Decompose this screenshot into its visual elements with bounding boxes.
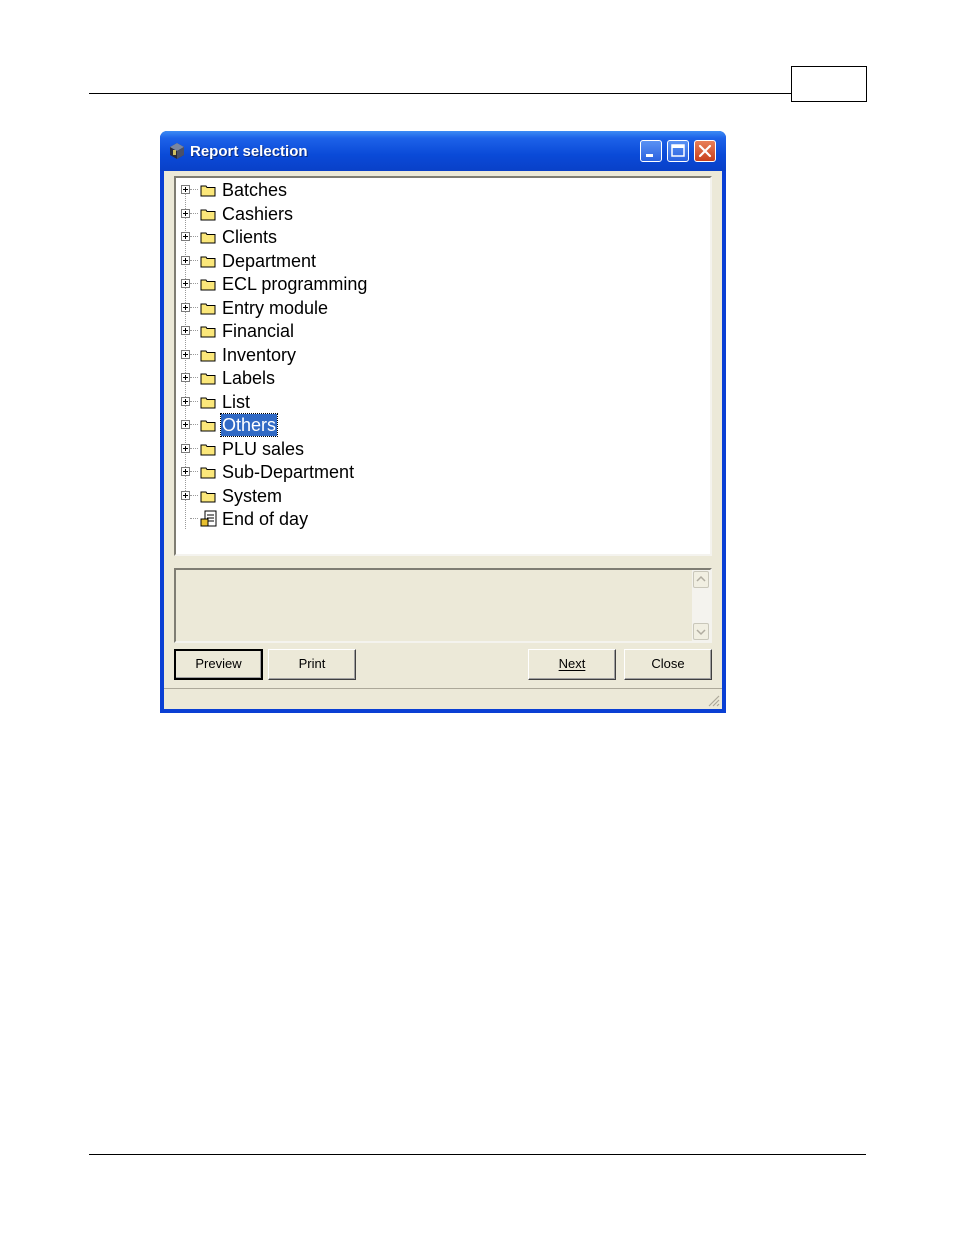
vertical-scrollbar[interactable] (692, 570, 710, 641)
folder-icon (200, 326, 216, 338)
folder-icon (200, 373, 216, 385)
print-button[interactable]: Print (268, 649, 356, 680)
close-icon (698, 144, 712, 158)
folder-icon (200, 444, 216, 455)
folder-icon (200, 350, 216, 361)
report-tree[interactable]: Batches Cashiers Clients Department ECL (174, 176, 712, 556)
status-bar (164, 688, 722, 709)
expand-icon[interactable] (181, 302, 190, 312)
tree-item-label: Sub-Department (222, 462, 355, 482)
folder-icon (200, 420, 216, 432)
next-button-label: Next (558, 656, 586, 671)
page-number-box (791, 66, 867, 102)
expand-icon[interactable] (181, 443, 190, 453)
expand-icon[interactable] (181, 373, 190, 382)
tree-item-label: Labels (222, 368, 276, 388)
tree-item-label: Others (219, 413, 279, 437)
expand-icon[interactable] (181, 420, 190, 429)
report-selection-window: Report selection Batches Cashiers Client… (160, 131, 726, 713)
tree-item-label: End of day (222, 509, 309, 529)
tree-item-label: Clients (222, 227, 278, 247)
tree-item-label: PLU sales (222, 438, 305, 459)
folder-icon (200, 467, 216, 479)
folder-icon (200, 279, 216, 291)
folder-icon (200, 491, 216, 502)
tree-item-label: Entry module (222, 297, 329, 318)
maximize-icon (671, 144, 685, 157)
folder-icon (200, 397, 216, 408)
maximize-button[interactable] (667, 140, 689, 162)
expand-icon[interactable] (181, 208, 190, 218)
scroll-up-button[interactable] (693, 571, 709, 588)
chevron-down-icon (696, 629, 706, 636)
close-button[interactable]: Close (624, 649, 712, 680)
title-bar[interactable]: Report selection (160, 131, 726, 171)
tree-item-label: List (222, 391, 251, 412)
report-icon (200, 510, 217, 527)
footer-rule (89, 1154, 866, 1155)
expand-icon[interactable] (181, 326, 190, 335)
folder-icon (200, 209, 216, 220)
expand-icon[interactable] (181, 232, 190, 241)
minimize-button[interactable] (640, 140, 662, 162)
preview-button[interactable]: Preview (174, 649, 263, 680)
header-rule (89, 93, 792, 94)
report-description-box[interactable] (174, 568, 712, 643)
resize-grip-icon[interactable] (706, 693, 720, 707)
tree-item-label: Cashiers (222, 203, 294, 224)
chevron-up-icon (696, 575, 706, 582)
folder-icon (200, 185, 216, 197)
window-title: Report selection (190, 143, 308, 160)
minimize-icon (646, 154, 653, 157)
close-window-button[interactable] (694, 140, 716, 162)
expand-icon[interactable] (181, 490, 190, 500)
tree-item-label: Financial (222, 321, 295, 341)
expand-icon[interactable] (181, 255, 190, 265)
tree-item-label: System (222, 485, 283, 506)
dialog-client-area: Batches Cashiers Clients Department ECL (164, 171, 722, 709)
expand-icon[interactable] (181, 467, 190, 476)
next-button[interactable]: Next (528, 649, 616, 680)
expand-icon[interactable] (181, 396, 190, 406)
expand-icon[interactable] (181, 279, 190, 288)
folder-icon (200, 232, 216, 244)
tree-item-label: ECL programming (222, 274, 368, 294)
tree-connector-line (185, 193, 186, 529)
app-icon (170, 143, 184, 159)
tree-item-label: Department (222, 250, 317, 271)
tree-item-label: Batches (222, 180, 288, 200)
scroll-down-button[interactable] (693, 623, 709, 640)
folder-icon (200, 303, 216, 314)
expand-icon[interactable] (181, 349, 190, 359)
folder-icon (200, 256, 216, 267)
tree-item-label: Inventory (222, 344, 297, 365)
expand-icon[interactable] (181, 185, 190, 194)
